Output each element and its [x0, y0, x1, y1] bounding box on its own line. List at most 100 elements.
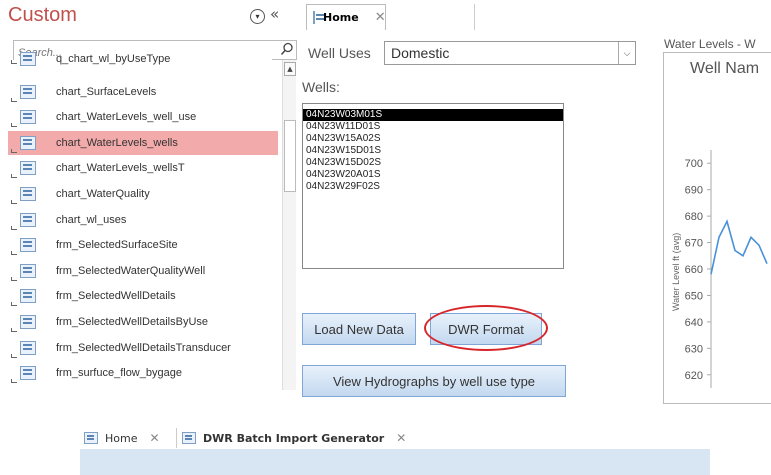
tab-home-label: Home — [323, 11, 359, 24]
form-icon — [182, 432, 196, 444]
tab-dwr-batch-label: DWR Batch Import Generator — [203, 431, 385, 445]
shortcut-arrow-icon — [11, 148, 17, 153]
wells-label: Wells: — [302, 79, 340, 95]
nav-item-label: frm_SelectedWellDetailsByUse — [56, 316, 209, 328]
y-tick-label: 620 — [685, 370, 703, 382]
nav-item[interactable]: chart_WaterLevels_wells — [8, 130, 278, 155]
tab-dwr-batch-import[interactable]: DWR Batch Import Generator ✕ — [182, 427, 406, 449]
batch-import-form — [80, 449, 710, 475]
series-line — [710, 219, 768, 275]
form-icon — [20, 212, 36, 227]
form-icon — [20, 135, 36, 150]
wells-listbox[interactable]: 04N23W03M01S 04N23W11D01S 04N23W15A02S 04N2… — [302, 103, 564, 269]
well-list-item[interactable]: 04N23W15D01S — [303, 145, 563, 157]
form-icon — [313, 11, 324, 24]
y-tick-label: 630 — [685, 343, 703, 355]
close-icon[interactable]: ✕ — [396, 431, 406, 445]
form-icon — [20, 161, 36, 176]
tab-divider — [176, 428, 177, 448]
document-tab-bar: Home ✕ — [300, 0, 771, 32]
form-icon — [20, 366, 36, 381]
y-tick-label: 700 — [685, 158, 703, 170]
chart-caption: Water Levels - W — [664, 37, 756, 51]
nav-item-label: frm_SelectedWellDetails — [56, 290, 176, 303]
shortcut-arrow-icon — [11, 251, 17, 256]
nav-item-label: chart_SurfaceLevels — [56, 85, 157, 98]
shortcut-arrow-icon — [11, 60, 17, 64]
y-tick-label: 670 — [685, 238, 703, 250]
shortcut-arrow-icon — [11, 200, 17, 204]
form-icon — [20, 187, 36, 201]
nav-item[interactable]: frm_SelectedSurfaceSite — [8, 233, 278, 257]
nav-item-label: chart_wl_uses — [56, 213, 127, 226]
nav-item-label: frm_surfuce_flow_bygage — [56, 367, 182, 380]
well-list-item[interactable]: 04N23W03M01S — [303, 109, 563, 121]
form-icon — [20, 110, 36, 125]
nav-item[interactable]: q_chart_wl_byUseType — [8, 52, 278, 66]
tab-home-bottom[interactable]: Home ✕ — [84, 427, 160, 449]
tab-home-bottom-label: Home — [105, 431, 138, 445]
y-tick-label: 660 — [685, 264, 703, 276]
well-uses-value: Domestic — [391, 45, 450, 61]
view-hydrographs-button[interactable]: View Hydrographs by well use type — [302, 365, 566, 397]
highlight-ring — [424, 305, 548, 351]
nav-item-label: chart_WaterQuality — [56, 188, 150, 200]
nav-item-label: q_chart_wl_byUseType — [56, 53, 171, 65]
form-icon — [20, 52, 36, 66]
well-list-item[interactable]: 04N23W29F02S — [303, 181, 563, 193]
scroll-up-icon[interactable]: ▲ — [284, 62, 296, 76]
well-list-item[interactable]: 04N23W11D01S — [303, 121, 563, 133]
shortcut-arrow-icon — [11, 123, 17, 128]
close-icon[interactable]: ✕ — [149, 431, 159, 445]
form-icon — [20, 315, 36, 329]
nav-scrollbar[interactable]: ▲ — [282, 60, 296, 390]
shortcut-arrow-icon — [11, 225, 17, 230]
nav-item[interactable]: chart_SurfaceLevels — [8, 80, 278, 104]
y-tick-label: 680 — [685, 211, 703, 223]
nav-item[interactable]: frm_SelectedWellDetailsTransducer — [8, 336, 278, 360]
shortcut-arrow-icon — [11, 276, 17, 281]
shortcut-arrow-icon — [11, 302, 17, 307]
shortcut-arrow-icon — [11, 174, 17, 179]
chevron-down-icon[interactable]: ⌵ — [618, 42, 635, 64]
y-tick-label: 650 — [685, 290, 703, 302]
form-icon — [84, 432, 98, 444]
chevron-down-icon[interactable]: ▾ — [250, 9, 265, 24]
form-icon — [20, 340, 36, 355]
well-uses-combobox[interactable]: Domestic ⌵ — [384, 41, 636, 65]
nav-item-label: frm_SelectedWaterQualityWell — [56, 264, 206, 277]
nav-item[interactable]: frm_SelectedWaterQualityWell — [8, 259, 278, 283]
close-icon[interactable]: ✕ — [375, 10, 386, 25]
shortcut-arrow-icon — [11, 328, 17, 332]
nav-item-label: chart_WaterLevels_wellsT — [56, 162, 185, 175]
well-list-item[interactable]: 04N23W20A01S — [303, 169, 563, 181]
y-axis-label: Water Level ft (avg) — [671, 233, 681, 311]
scrollbar-thumb[interactable] — [284, 120, 296, 192]
nav-item[interactable]: frm_SelectedWellDetailsByUse — [8, 310, 278, 334]
nav-item[interactable]: chart_wl_uses — [8, 208, 278, 232]
load-new-data-button[interactable]: Load New Data — [302, 313, 416, 345]
nav-item-label: chart_WaterLevels_well_use — [56, 111, 197, 124]
nav-item[interactable]: frm_surfuce_flow_bygage — [8, 361, 278, 385]
well-list-item[interactable]: 04N23W15D02S — [303, 157, 563, 169]
chart-title: Well Nam — [690, 60, 760, 77]
nav-item-label: frm_SelectedSurfaceSite — [56, 239, 178, 252]
form-icon — [20, 238, 36, 253]
y-tick-label: 690 — [685, 185, 703, 197]
well-uses-label: Well Uses — [308, 45, 371, 61]
tab-home[interactable]: Home ✕ — [306, 4, 386, 30]
shortcut-arrow-icon — [11, 353, 17, 358]
nav-item[interactable]: frm_SelectedWellDetails — [8, 284, 278, 308]
search-icon[interactable] — [280, 42, 294, 56]
nav-item-label: chart_WaterLevels_wells — [56, 136, 178, 149]
nav-item-label: frm_SelectedWellDetailsTransducer — [56, 341, 231, 354]
nav-item[interactable]: chart_WaterLevels_well_use — [8, 105, 278, 129]
collapse-pane-icon[interactable]: « — [270, 5, 279, 23]
nav-pane-title: Custom — [8, 4, 77, 26]
well-list-item[interactable]: 04N23W15A02S — [303, 133, 563, 145]
nav-item[interactable]: chart_WaterLevels_wellsT — [8, 156, 278, 180]
nav-item[interactable]: chart_WaterQuality — [8, 182, 278, 206]
shortcut-arrow-icon — [11, 97, 17, 102]
navigation-pane: Custom ▾ « q_chart_wl_byUseType chart_Sur… — [0, 0, 300, 400]
form-icon — [20, 263, 36, 278]
